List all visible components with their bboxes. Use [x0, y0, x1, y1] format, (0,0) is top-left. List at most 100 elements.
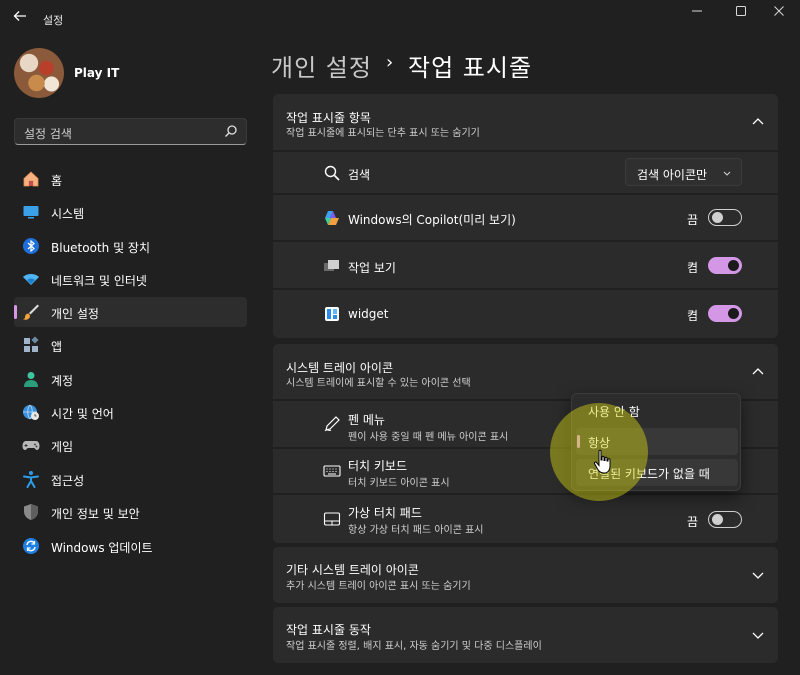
- sidebar-item-label: 시간 및 언어: [51, 407, 114, 421]
- task-view-row: 작업 보기 켬: [273, 242, 778, 288]
- user-name: Play IT: [74, 66, 120, 80]
- apps-icon: [22, 336, 40, 354]
- sidebar-item-network[interactable]: 네트워크 및 인터넷: [14, 264, 247, 294]
- row-label: 가상 터치 패드: [348, 506, 422, 520]
- search-icon[interactable]: [224, 124, 238, 138]
- touchpad-icon: [323, 510, 341, 528]
- row-description: 터치 키보드 아이콘 표시: [348, 478, 450, 489]
- app-title: 설정: [43, 14, 64, 27]
- row-description: 항상 가상 터치 패드 아이콘 표시: [348, 525, 484, 536]
- task-view-toggle[interactable]: [708, 257, 742, 274]
- sidebar-item-accounts[interactable]: 계정: [14, 364, 247, 394]
- active-indicator: [14, 305, 17, 319]
- other-tray-icons-section[interactable]: 기타 시스템 트레이 아이콘 추가 시스템 트레이 아이콘 표시 또는 숨기기: [273, 547, 778, 603]
- sidebar-item-bluetooth[interactable]: Bluetooth 및 장치: [14, 231, 247, 261]
- brush-icon: [22, 303, 40, 321]
- task-view-icon: [323, 257, 341, 275]
- virtual-touchpad-toggle[interactable]: [708, 511, 742, 528]
- search-input[interactable]: 설정 검색: [14, 118, 247, 145]
- sidebar-item-gaming[interactable]: 게임: [14, 430, 247, 460]
- globe-clock-icon: [22, 403, 40, 421]
- copilot-row: Windows의 Copilot(미리 보기) 끔: [273, 195, 778, 240]
- sidebar-item-label: 계정: [51, 374, 74, 388]
- search-placeholder: 설정 검색: [24, 127, 72, 141]
- accessibility-icon: [22, 470, 40, 488]
- taskbar-items-section: 작업 표시줄 항목 작업 표시줄에 표시되는 단추 표시 또는 숨기기 검색 검…: [273, 94, 778, 338]
- section-title: 기타 시스템 트레이 아이콘: [286, 563, 419, 577]
- hand-cursor-icon: [593, 449, 613, 475]
- sidebar-item-label: Windows 업데이트: [51, 541, 153, 555]
- section-title: 작업 표시줄 동작: [286, 623, 371, 637]
- toggle-knob: [728, 308, 739, 319]
- sidebar-item-accessibility[interactable]: 접근성: [14, 464, 247, 494]
- search-mode-dropdown[interactable]: 검색 아이콘만: [625, 158, 742, 186]
- chevron-down-icon[interactable]: [750, 567, 766, 583]
- menu-item-never[interactable]: 사용 안 함: [576, 397, 738, 424]
- avatar[interactable]: [14, 48, 64, 98]
- row-description: 펜이 사용 중일 때 펜 메뉴 아이콘 표시: [348, 432, 509, 443]
- toggle-state-label: 끔: [687, 213, 699, 227]
- chevron-up-icon[interactable]: [750, 114, 766, 130]
- row-label: Windows의 Copilot(미리 보기): [348, 213, 516, 227]
- taskbar-search-row: 검색 검색 아이콘만: [273, 152, 778, 193]
- sidebar-item-home[interactable]: 홈: [14, 164, 247, 194]
- sidebar-item-personalization[interactable]: 개인 설정: [14, 297, 247, 327]
- sidebar-item-label: 개인 설정: [51, 307, 99, 321]
- bluetooth-icon: [22, 237, 40, 255]
- section-description: 시스템 트레이에 표시할 수 있는 아이콘 선택: [286, 378, 471, 389]
- section-description: 작업 표시줄에 표시되는 단추 표시 또는 숨기기: [286, 128, 480, 139]
- account-icon: [22, 370, 40, 388]
- toggle-state-label: 끔: [687, 515, 699, 529]
- sidebar-item-label: Bluetooth 및 장치: [51, 241, 151, 255]
- chevron-down-icon[interactable]: [750, 627, 766, 643]
- sidebar-item-label: 개인 정보 및 보안: [51, 507, 140, 521]
- close-button[interactable]: [762, 4, 796, 24]
- widgets-icon: [323, 305, 341, 323]
- search-icon: [323, 164, 341, 182]
- virtual-touchpad-row: 가상 터치 패드 항상 가상 터치 패드 아이콘 표시 끔: [273, 495, 778, 543]
- row-label: 작업 보기: [348, 261, 396, 275]
- row-label: widget: [348, 307, 389, 321]
- toggle-state-label: 켬: [687, 309, 699, 323]
- system-tray-header[interactable]: 시스템 트레이 아이콘 시스템 트레이에 표시할 수 있는 아이콘 선택: [273, 344, 778, 399]
- toggle-knob: [728, 260, 739, 271]
- copilot-icon: [323, 209, 341, 227]
- section-description: 추가 시스템 트레이 아이콘 표시 또는 숨기기: [286, 581, 471, 592]
- widgets-toggle[interactable]: [708, 305, 742, 322]
- menu-item-label: 사용 안 함: [588, 405, 640, 419]
- row-label: 검색: [348, 168, 371, 182]
- sidebar-item-system[interactable]: 시스템: [14, 197, 247, 227]
- breadcrumb-separator: ›: [386, 52, 394, 73]
- dropdown-value: 검색 아이콘만: [637, 168, 708, 182]
- sidebar-item-time-language[interactable]: 시간 및 언어: [14, 397, 247, 427]
- sidebar-item-windows-update[interactable]: Windows 업데이트: [14, 531, 247, 561]
- sidebar-item-apps[interactable]: 앱: [14, 330, 247, 360]
- row-label: 터치 키보드: [348, 459, 408, 473]
- gamepad-icon: [22, 436, 40, 454]
- title-bar: 설정: [0, 0, 800, 34]
- minimize-button[interactable]: [680, 4, 714, 24]
- keyboard-icon: [323, 462, 341, 480]
- widgets-row: widget 켬: [273, 290, 778, 338]
- pen-icon: [323, 415, 341, 433]
- copilot-toggle[interactable]: [708, 209, 742, 226]
- sidebar-item-label: 시스템: [51, 207, 85, 221]
- chevron-up-icon[interactable]: [750, 364, 766, 380]
- toggle-knob: [712, 514, 723, 525]
- row-label: 펜 메뉴: [348, 413, 385, 427]
- sidebar-item-label: 접근성: [51, 474, 85, 488]
- network-icon: [22, 270, 40, 288]
- sidebar-item-label: 네트워크 및 인터넷: [51, 274, 147, 288]
- breadcrumb-parent[interactable]: 개인 설정: [271, 48, 372, 83]
- page-title: 작업 표시줄: [408, 54, 533, 82]
- taskbar-behaviors-section[interactable]: 작업 표시줄 동작 작업 표시줄 정렬, 배지 표시, 자동 숨기기 및 다중 …: [273, 607, 778, 663]
- tray-visibility-menu: 사용 안 함 항상 연결된 키보드가 없을 때: [571, 393, 741, 491]
- update-icon: [22, 537, 40, 555]
- sidebar-item-label: 게임: [51, 440, 74, 454]
- selected-indicator: [577, 435, 580, 448]
- back-arrow-icon[interactable]: [10, 9, 30, 27]
- taskbar-items-header[interactable]: 작업 표시줄 항목 작업 표시줄에 표시되는 단추 표시 또는 숨기기: [273, 94, 778, 150]
- sidebar-item-privacy-security[interactable]: 개인 정보 및 보안: [14, 497, 247, 527]
- maximize-button[interactable]: [724, 4, 758, 24]
- section-description: 작업 표시줄 정렬, 배지 표시, 자동 숨기기 및 다중 디스플레이: [286, 641, 542, 652]
